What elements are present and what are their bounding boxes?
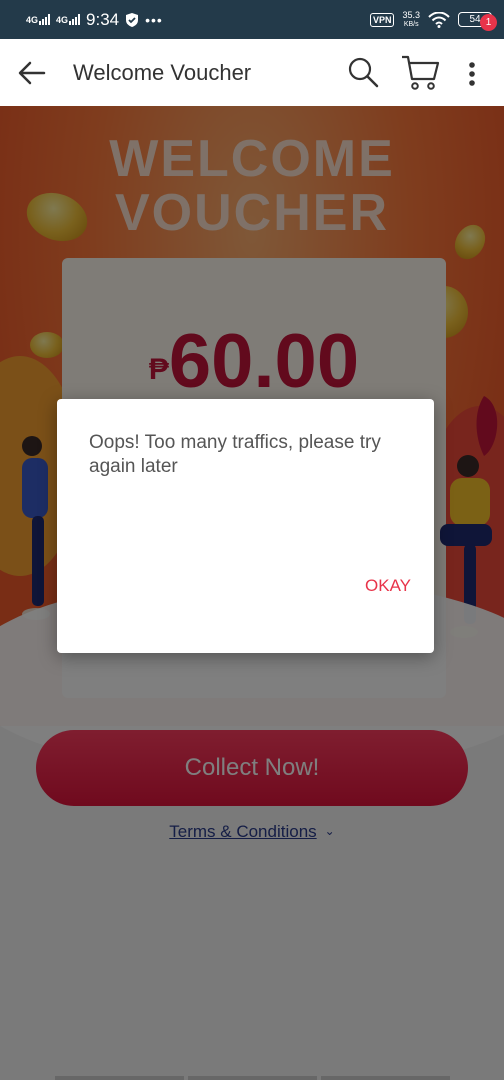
error-dialog: Oops! Too many traffics, please try agai… <box>57 399 434 653</box>
status-bar: 4G 4G 9:34 ••• VPN 35.3 KB/s 54 <box>0 0 504 39</box>
clock: 9:34 <box>86 9 120 29</box>
more-vertical-icon[interactable] <box>462 57 482 91</box>
shield-icon <box>126 12 139 27</box>
cart-icon[interactable] <box>400 53 440 91</box>
speed-value: 35.3 <box>402 9 420 20</box>
wifi-icon <box>428 11 450 28</box>
okay-button[interactable]: OKAY <box>347 571 411 601</box>
speed-unit: KB/s <box>403 20 419 28</box>
network-label: 4G <box>26 15 39 25</box>
network-label-2: 4G <box>56 15 69 25</box>
search-icon[interactable] <box>346 55 380 89</box>
more-notifications-icon: ••• <box>145 11 163 28</box>
app-bar: Welcome Voucher <box>0 39 504 106</box>
battery-level: 54 <box>469 14 481 25</box>
back-arrow-icon[interactable] <box>16 57 48 89</box>
page-title: Welcome Voucher <box>73 60 252 85</box>
network-4g-icon: 4G <box>26 14 51 25</box>
cart-badge: 1 <box>480 14 497 31</box>
network-4g-icon-2: 4G <box>56 14 81 25</box>
network-speed: 35.3 KB/s <box>402 10 420 30</box>
vpn-badge: VPN <box>369 12 395 27</box>
dialog-message: Oops! Too many traffics, please try agai… <box>89 432 381 477</box>
